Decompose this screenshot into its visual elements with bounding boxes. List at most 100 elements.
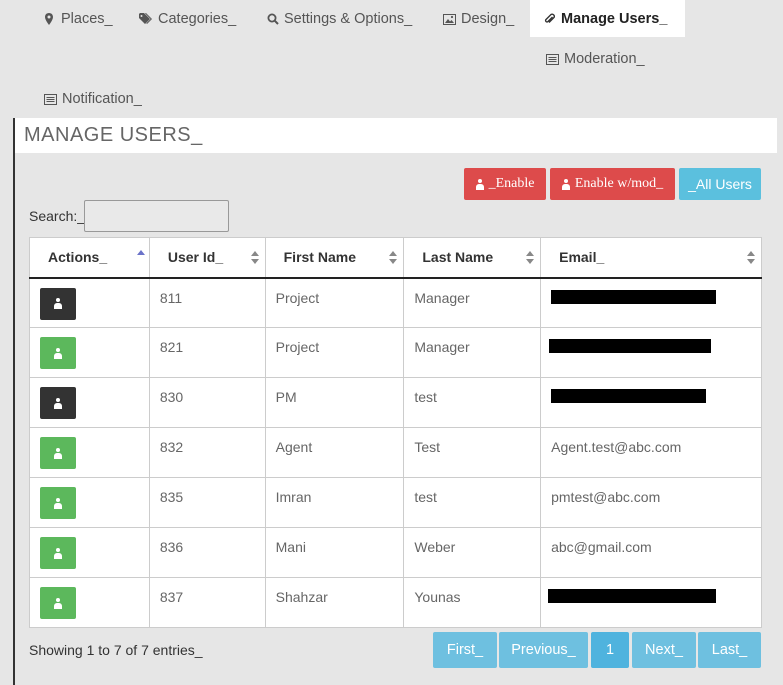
enable-with-moderation-button[interactable]: Enable w/mod_ [550,168,675,200]
header-label: Actions_ [48,249,108,266]
actions-cell [29,577,150,628]
users-table: Actions_ User Id_ First Name Last Name E… [29,237,762,628]
enable-button[interactable]: _Enable [464,168,546,200]
actions-cell [29,477,150,528]
actions-cell [29,327,150,378]
user-action-button[interactable] [40,387,76,419]
cell-text: 835 [159,489,184,505]
redacted-email [551,389,707,403]
user-id-cell: 837 [148,577,266,628]
sort-icon [389,251,398,265]
table-row: 832 Agent Test Agent.test@abc.com [29,427,762,478]
map-marker-icon [44,12,56,25]
last-name-cell: Manager [403,327,542,378]
last-name-cell: Younas [403,577,542,628]
tab-label: Places_ [61,10,113,27]
first-name-cell: Agent [264,427,405,478]
first-name-cell: Mani [264,527,405,578]
all-users-button[interactable]: _All Users [679,168,761,200]
user-icon [54,397,63,409]
redacted-email [549,339,712,353]
table-row: 837 Shahzar Younas [29,577,762,628]
sort-icon [747,251,755,265]
user-action-button[interactable] [40,337,76,369]
cell-text: Agent.test@abc.com [551,439,682,455]
column-header-first-name[interactable]: First Name [264,237,405,279]
table-row: 830 PM test [29,377,762,428]
email-cell [540,277,762,328]
header-label: Last Name [422,249,494,266]
paperclip-icon [544,13,556,25]
table-row: 811 Project Manager [29,277,762,328]
tab-moderation[interactable]: Moderation_ [546,40,645,77]
email-cell: Agent.test@abc.com [540,427,762,478]
column-header-actions[interactable]: Actions_ [29,237,150,279]
cell-text: Weber [414,539,456,555]
last-name-cell: Test [403,427,542,478]
email-cell: pmtest@abc.com [540,477,762,528]
user-action-button[interactable] [40,537,76,569]
user-icon [54,298,63,309]
email-cell [540,327,762,378]
user-action-button[interactable] [40,437,76,469]
cell-text: Imran [275,489,312,505]
tab-label: Categories_ [158,10,237,27]
tab-label: Manage Users_ [561,10,668,27]
column-header-email[interactable]: Email_ [540,237,762,279]
tab-notification[interactable]: Notification_ [44,80,142,117]
user-action-button[interactable] [40,487,76,519]
pagination-next[interactable]: Next_ [632,632,696,668]
tab-categories[interactable]: Categories_ [139,0,236,37]
search-label: Search:_ [29,208,86,224]
tab-label: Design_ [461,10,515,27]
header-label: First Name [283,249,356,266]
search-icon [267,13,279,25]
user-action-button[interactable] [40,287,76,320]
last-name-cell: test [403,477,542,528]
last-name-cell: Weber [403,527,542,578]
email-cell: abc@gmail.com [540,527,762,578]
user-id-cell: 836 [148,527,266,578]
actions-cell [29,427,150,478]
tab-design[interactable]: Design_ [443,0,514,37]
all-users-button-label: _All Users [688,176,752,192]
enable-button-label: _Enable [488,176,535,191]
pagination-page-1[interactable]: 1 [591,632,629,668]
user-id-cell: 811 [148,277,266,328]
header-label: Email_ [559,249,605,266]
cell-text: 811 [159,289,183,306]
column-header-user-id[interactable]: User Id_ [148,237,266,279]
actions-cell [29,527,150,578]
search-input[interactable] [84,200,229,232]
email-cell [540,377,762,428]
user-action-button[interactable] [40,587,76,619]
actions-cell [29,277,150,328]
tab-manage-users[interactable]: Manage Users_ [530,0,685,37]
last-name-cell: Manager [403,277,542,328]
pagination-first[interactable]: First_ [433,632,497,668]
cell-text: Test [414,439,441,455]
user-id-cell: 832 [148,427,266,478]
tab-places[interactable]: Places_ [44,0,113,37]
tab-settings[interactable]: Settings & Options_ [267,0,412,37]
pagination-last[interactable]: Last_ [698,632,761,668]
cell-text: test [414,389,437,405]
cell-text: Manager [414,339,470,355]
pagination-previous[interactable]: Previous_ [499,632,588,668]
column-header-last-name[interactable]: Last Name [403,237,542,279]
user-icon [54,347,63,359]
cell-text: PM [275,389,297,405]
user-icon [476,178,485,190]
actions-cell [29,377,150,428]
cell-text: abc@gmail.com [551,539,652,555]
header-label: User Id_ [167,249,224,266]
cell-text: pmtest@abc.com [551,489,661,505]
first-name-cell: Imran [264,477,405,528]
table-row: 835 Imran test pmtest@abc.com [29,477,762,528]
user-icon [54,497,63,509]
sort-icon [250,251,259,265]
cell-text: Younas [414,589,461,605]
tab-label: Notification_ [62,90,142,107]
last-name-cell: test [403,377,542,428]
user-icon [562,178,571,190]
